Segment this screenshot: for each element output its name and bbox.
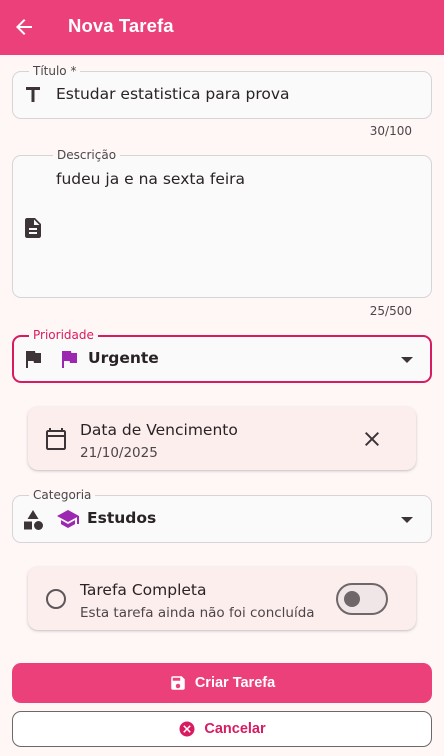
category-dropdown[interactable]: Categoria Estudos [12,488,432,543]
priority-selected-value: Urgente [88,349,159,367]
description-icon [21,216,45,240]
app-bar: Nova Tarefa [0,0,444,55]
title-field-label: Título * [29,64,81,79]
description-field-label: Descrição [53,148,121,163]
due-date-value: 21/10/2025 [80,445,158,461]
task-complete-subtitle: Esta tarefa ainda não foi concluída [80,605,315,621]
create-task-label: Criar Tarefa [194,675,276,691]
due-date-card[interactable]: Data de Vencimento 21/10/2025 [28,407,416,470]
category-selected-value: Estudos [87,509,157,527]
cancel-icon [178,720,196,738]
close-icon[interactable] [360,427,384,451]
dropdown-arrow-icon [401,357,413,363]
cancel-button[interactable]: Cancelar [12,711,432,747]
category-shapes-icon [21,508,45,532]
due-date-label: Data de Vencimento [80,421,238,439]
cancel-label: Cancelar [204,721,266,737]
priority-flag-icon [57,347,81,371]
category-field-label: Categoria [29,488,96,503]
description-input-value[interactable]: fudeu ja e na sexta feira [56,170,245,188]
calendar-icon [44,427,68,451]
flag-icon [21,347,45,371]
priority-field-label: Prioridade [29,328,98,343]
page-title: Nova Tarefa [68,15,174,36]
school-icon [56,507,80,531]
task-complete-switch[interactable] [336,583,388,615]
priority-dropdown[interactable]: Prioridade Urgente [12,328,432,383]
title-char-counter: 30/100 [369,124,412,138]
description-char-counter: 25/500 [369,304,412,318]
title-input-value[interactable]: Estudar estatistica para prova [56,85,290,103]
dropdown-arrow-icon [401,517,413,523]
description-field[interactable]: Descrição fudeu ja e na sexta feira [12,148,432,298]
title-icon [21,83,45,107]
save-icon [169,674,187,692]
radio-unchecked-icon[interactable] [46,589,66,609]
task-complete-label: Tarefa Completa [80,581,207,599]
title-field[interactable]: Título * Estudar estatistica para prova [12,64,432,119]
create-task-button[interactable]: Criar Tarefa [12,663,432,703]
switch-thumb [344,591,360,607]
arrow-back-icon[interactable] [12,15,36,39]
task-complete-card[interactable]: Tarefa Completa Esta tarefa ainda não fo… [28,567,416,630]
